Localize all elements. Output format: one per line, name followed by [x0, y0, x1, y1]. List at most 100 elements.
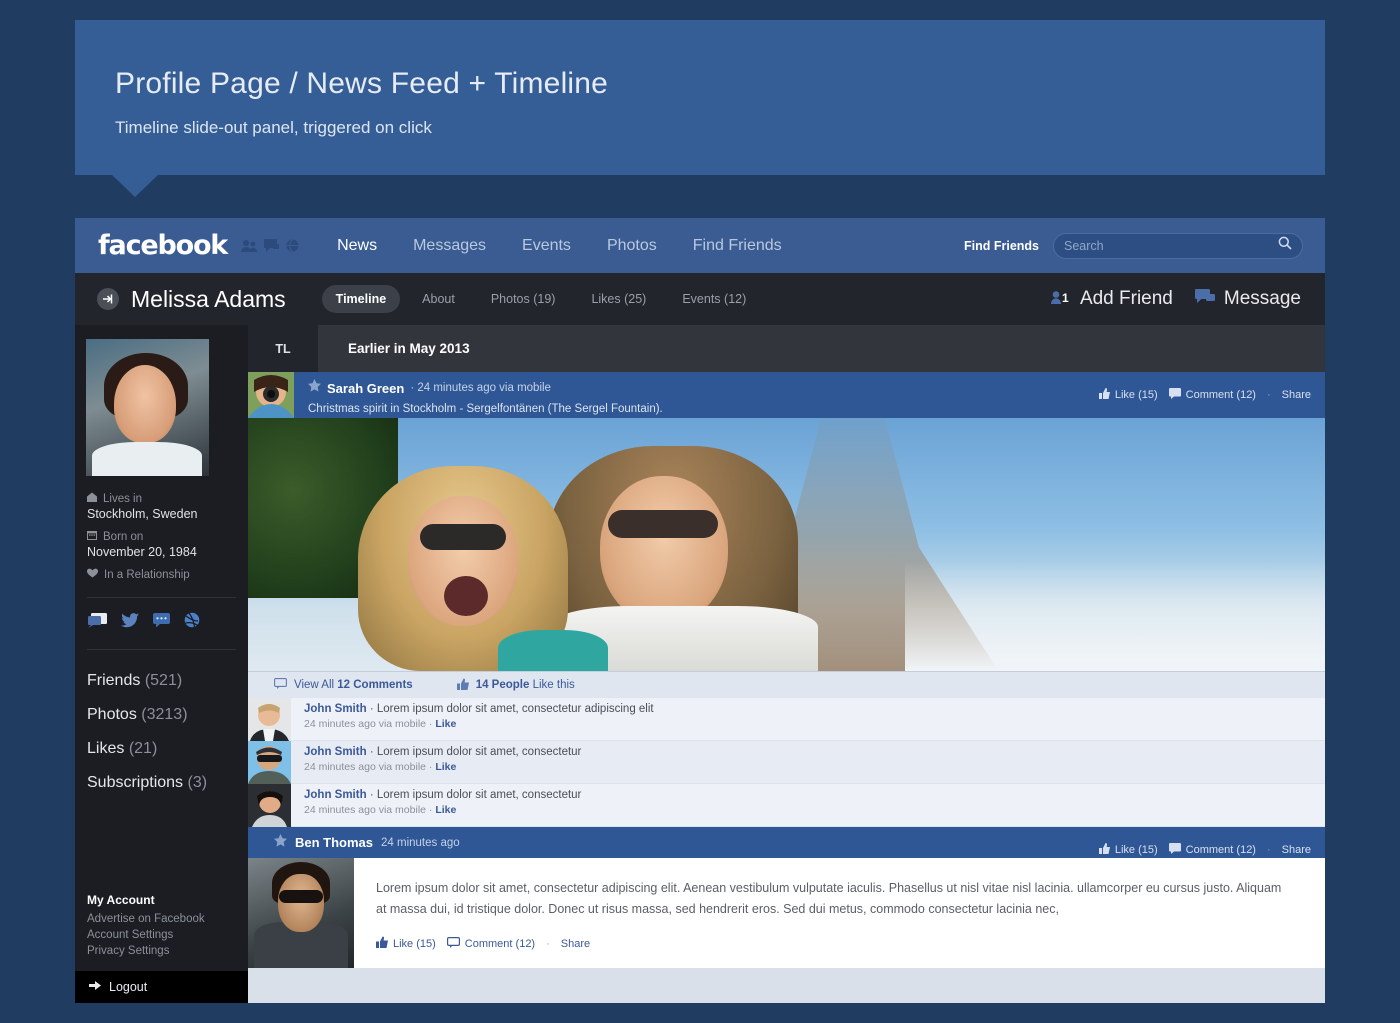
message-bubble-icon	[1194, 288, 1215, 310]
account-link-settings[interactable]: Account Settings	[87, 929, 248, 941]
search-icon[interactable]	[1278, 236, 1292, 255]
search-box[interactable]	[1053, 232, 1303, 259]
comment-like-button[interactable]: Like	[435, 718, 456, 730]
sidebar-item-photos[interactable]: Photos (3213)	[87, 706, 248, 724]
tab-timeline[interactable]: Timeline	[321, 285, 401, 313]
sidebar-item-subscriptions[interactable]: Subscriptions (3)	[87, 774, 248, 792]
post2-like-button-top[interactable]: Like (15)	[1098, 843, 1158, 857]
comment-like-button[interactable]: Like	[435, 804, 456, 816]
sidebar-item-subscriptions-count: (3)	[187, 774, 208, 791]
comment-text: · Lorem ipsum dolor sit amet, consectetu…	[369, 703, 654, 715]
view-all-comments-link[interactable]: View All 12 Comments	[274, 678, 413, 692]
post-comment-button[interactable]: Comment (12)	[1168, 388, 1256, 402]
sidebar-item-likes-label: Likes	[87, 740, 125, 757]
post-share-button[interactable]: Share	[1282, 389, 1311, 401]
logout-button[interactable]: Logout	[75, 971, 248, 1003]
tab-about[interactable]: About	[408, 285, 469, 313]
comment-avatar[interactable]	[248, 741, 291, 784]
nav-link-news[interactable]: News	[337, 237, 377, 255]
login-arrow-icon[interactable]	[97, 288, 119, 310]
post2-share-button-top[interactable]: Share	[1282, 844, 1311, 856]
tab-photos[interactable]: Photos (19)	[477, 285, 570, 313]
comment-author[interactable]: John Smith	[304, 789, 367, 801]
dribbble-icon[interactable]	[184, 612, 200, 633]
people-like-link[interactable]: 14 People Like this	[456, 678, 575, 693]
nav-link-find-friends[interactable]: Find Friends	[693, 237, 782, 255]
friends-icon[interactable]	[241, 239, 258, 252]
facebook-logo[interactable]: facebook	[98, 230, 228, 261]
app-body: Lives in Stockholm, Sweden Born on Novem…	[75, 325, 1325, 1003]
info-lives-in: Lives in	[87, 492, 248, 505]
tab-likes[interactable]: Likes (25)	[577, 285, 660, 313]
comment-author[interactable]: John Smith	[304, 746, 367, 758]
photo-person-left-sunglasses	[420, 524, 506, 550]
message-icon[interactable]	[88, 612, 107, 633]
comment-line-1: John Smith · Lorem ipsum dolor sit amet,…	[304, 746, 581, 758]
comment-avatar[interactable]	[248, 784, 291, 827]
people-like-text: 14 People Like this	[475, 679, 575, 691]
globe-icon[interactable]	[286, 239, 299, 252]
info-born-on: Born on	[87, 530, 248, 543]
info-lives-in-value: Stockholm, Sweden	[87, 507, 198, 521]
logout-label: Logout	[109, 980, 148, 994]
tab-events[interactable]: Events (12)	[668, 285, 760, 313]
post2-actions-top: Like (15) Comment (12) · Share	[1098, 843, 1311, 857]
top-nav-icon-group	[241, 239, 299, 252]
post-comment-label: Comment (12)	[1185, 389, 1256, 401]
post2-author-name[interactable]: Ben Thomas	[295, 835, 373, 850]
top-navigation-bar: facebook News Messages Events Photos Fin…	[75, 218, 1325, 273]
comment-icon[interactable]	[153, 613, 170, 632]
photo-person-left-top	[498, 630, 608, 671]
thumbs-up-icon	[376, 936, 388, 951]
comment-author[interactable]: John Smith	[304, 703, 367, 715]
photo-person-right-sunglasses	[608, 510, 718, 538]
sidebar-item-likes[interactable]: Likes (21)	[87, 740, 248, 758]
sidebar-item-subscriptions-label: Subscriptions	[87, 774, 184, 791]
post2-timestamp: 24 minutes ago	[381, 836, 460, 849]
search-input[interactable]	[1064, 238, 1278, 253]
post2-like-label-top: Like (15)	[1114, 844, 1158, 856]
post2-share-button[interactable]: Share	[561, 938, 590, 950]
account-link-privacy[interactable]: Privacy Settings	[87, 945, 248, 957]
nav-links: News Messages Events Photos Find Friends	[337, 237, 782, 255]
comment-like-button[interactable]: Like	[435, 761, 456, 773]
comment-row: John Smith · Lorem ipsum dolor sit amet,…	[248, 784, 1325, 827]
comment-bubble-icon	[1168, 843, 1181, 857]
action-separator: ·	[1266, 844, 1271, 856]
post-like-button[interactable]: Like (15)	[1098, 388, 1158, 402]
post2-comment-button[interactable]: Comment (12)	[446, 936, 535, 951]
post2-thumb-face	[278, 874, 324, 932]
action-separator: ·	[1266, 389, 1271, 401]
action-separator: ·	[546, 937, 550, 950]
post2-comment-button-top[interactable]: Comment (12)	[1168, 843, 1256, 857]
nav-link-events[interactable]: Events	[522, 237, 571, 255]
info-relationship-label: In a Relationship	[104, 568, 190, 581]
nav-link-photos[interactable]: Photos	[607, 237, 657, 255]
account-section: My Account Advertise on Facebook Account…	[75, 893, 248, 961]
messages-icon[interactable]	[264, 239, 280, 252]
comment-avatar[interactable]	[248, 698, 291, 741]
post2-thumbnail[interactable]	[248, 858, 354, 968]
nav-link-messages[interactable]: Messages	[413, 237, 486, 255]
add-friend-button[interactable]: 1 Add Friend	[1050, 288, 1173, 310]
comment-line-2: 24 minutes ago via mobile · Like	[304, 761, 581, 773]
post-like-label: Like (15)	[1114, 389, 1158, 401]
profile-tabs: Timeline About Photos (19) Likes (25) Ev…	[321, 285, 761, 313]
message-button[interactable]: Message	[1194, 288, 1301, 310]
sidebar-item-friends[interactable]: Friends (521)	[87, 672, 248, 690]
find-friends-link[interactable]: Find Friends	[964, 239, 1039, 253]
timeline-column: TL Earlier in May 2013 Sarah Green · 24 …	[248, 325, 1325, 1003]
post-author-avatar[interactable]	[248, 372, 294, 418]
account-link-advertise[interactable]: Advertise on Facebook	[87, 913, 248, 925]
post-photo[interactable]	[248, 418, 1325, 671]
timeline-tab-toggle[interactable]: TL	[248, 325, 318, 372]
post-header-sarah-green: Sarah Green · 24 minutes ago via mobile …	[248, 372, 1325, 418]
post2-actions: Like (15) Comment (12) · Share	[376, 936, 1295, 951]
post2-like-button[interactable]: Like (15)	[376, 936, 436, 951]
twitter-icon[interactable]	[121, 612, 139, 633]
profile-avatar[interactable]	[86, 339, 209, 476]
comment-timestamp: 24 minutes ago via mobile ·	[304, 718, 433, 730]
heart-icon	[87, 568, 98, 581]
sidebar-item-photos-label: Photos	[87, 706, 137, 723]
post-author-name[interactable]: Sarah Green	[327, 381, 404, 396]
